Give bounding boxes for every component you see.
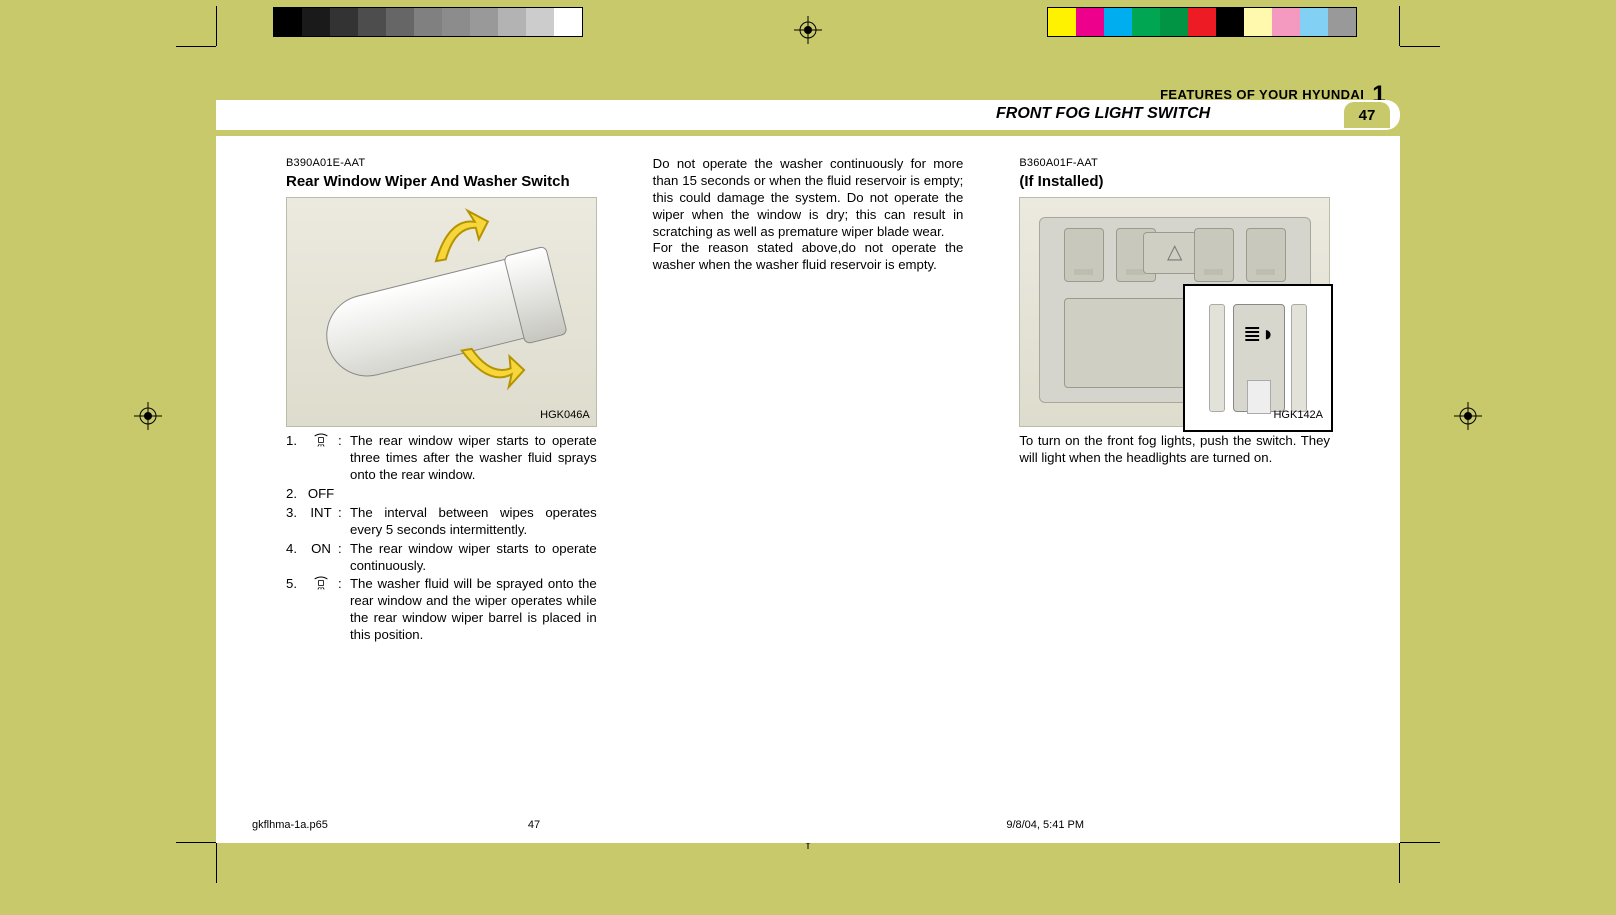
column-3: B360A01F-AAT (If Installed) △ ≣◗	[1019, 156, 1330, 803]
wiper-mode-list: 1.:The rear window wiper starts to opera…	[286, 433, 597, 644]
footer-datetime: 9/8/04, 5:41 PM	[1006, 819, 1084, 837]
washer-spray-icon	[313, 433, 329, 452]
caution-paragraph: Do not operate the washer continuously f…	[653, 156, 964, 274]
footer-filename: gkflhma-1a.p65	[252, 819, 328, 837]
list-item-number: 1.	[286, 433, 304, 484]
list-item-text: The rear window wiper starts to operate …	[350, 541, 597, 575]
topic-title: (If Installed)	[1019, 172, 1330, 191]
grayscale-calibration-bar	[274, 8, 582, 36]
topic-code: B390A01E-AAT	[286, 156, 597, 170]
list-item-text: The washer fluid will be sprayed onto th…	[350, 576, 597, 644]
arrow-icon	[448, 320, 529, 401]
crop-mark	[1399, 843, 1400, 883]
print-footer: gkflhma-1a.p65 47 9/8/04, 5:41 PM	[252, 819, 1364, 837]
column-2: Do not operate the washer continuously f…	[653, 156, 964, 803]
list-item-number: 4.	[286, 541, 304, 575]
page-number: 47	[1344, 102, 1390, 128]
figure-label: HGK142A	[1273, 408, 1323, 422]
list-item-number: 5.	[286, 576, 304, 644]
crop-mark	[216, 843, 217, 883]
arrow-icon	[417, 202, 498, 283]
list-item: 5.:The washer fluid will be sprayed onto…	[286, 576, 597, 644]
list-item-number: 3.	[286, 505, 304, 539]
page-header: FEATURES OF YOUR HYUNDAI 1 FRONT FOG LIG…	[216, 78, 1400, 134]
figure-rear-wiper-switch: HGK046A	[286, 197, 597, 427]
fog-light-paragraph: To turn on the front fog lights, push th…	[1019, 433, 1330, 467]
header-white-band: FRONT FOG LIGHT SWITCH 47	[216, 100, 1400, 130]
registration-mark-icon	[794, 16, 822, 44]
list-item-text: The rear window wiper starts to operate …	[350, 433, 597, 484]
column-1: B390A01E-AAT Rear Window Wiper And Washe…	[286, 156, 597, 803]
crop-mark	[1400, 842, 1440, 843]
crop-mark	[216, 6, 217, 46]
registration-mark-icon	[134, 402, 162, 430]
list-item: 2.OFF	[286, 486, 597, 503]
list-item-symbol: INT	[304, 505, 338, 539]
list-item: 1.:The rear window wiper starts to opera…	[286, 433, 597, 484]
list-item: 3.INT:The interval between wipes operate…	[286, 505, 597, 539]
content-area: B390A01E-AAT Rear Window Wiper And Washe…	[216, 136, 1400, 843]
list-item-symbol	[304, 433, 338, 484]
figure-label: HGK046A	[540, 408, 590, 422]
crop-mark	[176, 46, 216, 47]
crop-mark	[1400, 46, 1440, 47]
topic-title: Rear Window Wiper And Washer Switch	[286, 172, 597, 191]
list-item-symbol: OFF	[304, 486, 338, 503]
color-calibration-bar	[1048, 8, 1356, 36]
topic-code: B360A01F-AAT	[1019, 156, 1330, 170]
footer-page: 47	[528, 819, 540, 837]
list-item-text: The interval between wipes operates ever…	[350, 505, 597, 539]
fog-light-icon: ≣◗	[1243, 320, 1275, 348]
list-item-symbol	[304, 576, 338, 644]
page-sheet: FEATURES OF YOUR HYUNDAI 1 FRONT FOG LIG…	[216, 46, 1400, 843]
section-title: FRONT FOG LIGHT SWITCH	[996, 105, 1210, 123]
list-item: 4.ON:The rear window wiper starts to ope…	[286, 541, 597, 575]
washer-spray-icon	[313, 576, 329, 595]
figure-front-fog-switch: △ ≣◗ HGK142A	[1019, 197, 1330, 427]
crop-mark	[1399, 6, 1400, 46]
registration-mark-icon	[1454, 402, 1482, 430]
crop-mark	[176, 842, 216, 843]
list-item-symbol: ON	[304, 541, 338, 575]
list-item-number: 2.	[286, 486, 304, 503]
